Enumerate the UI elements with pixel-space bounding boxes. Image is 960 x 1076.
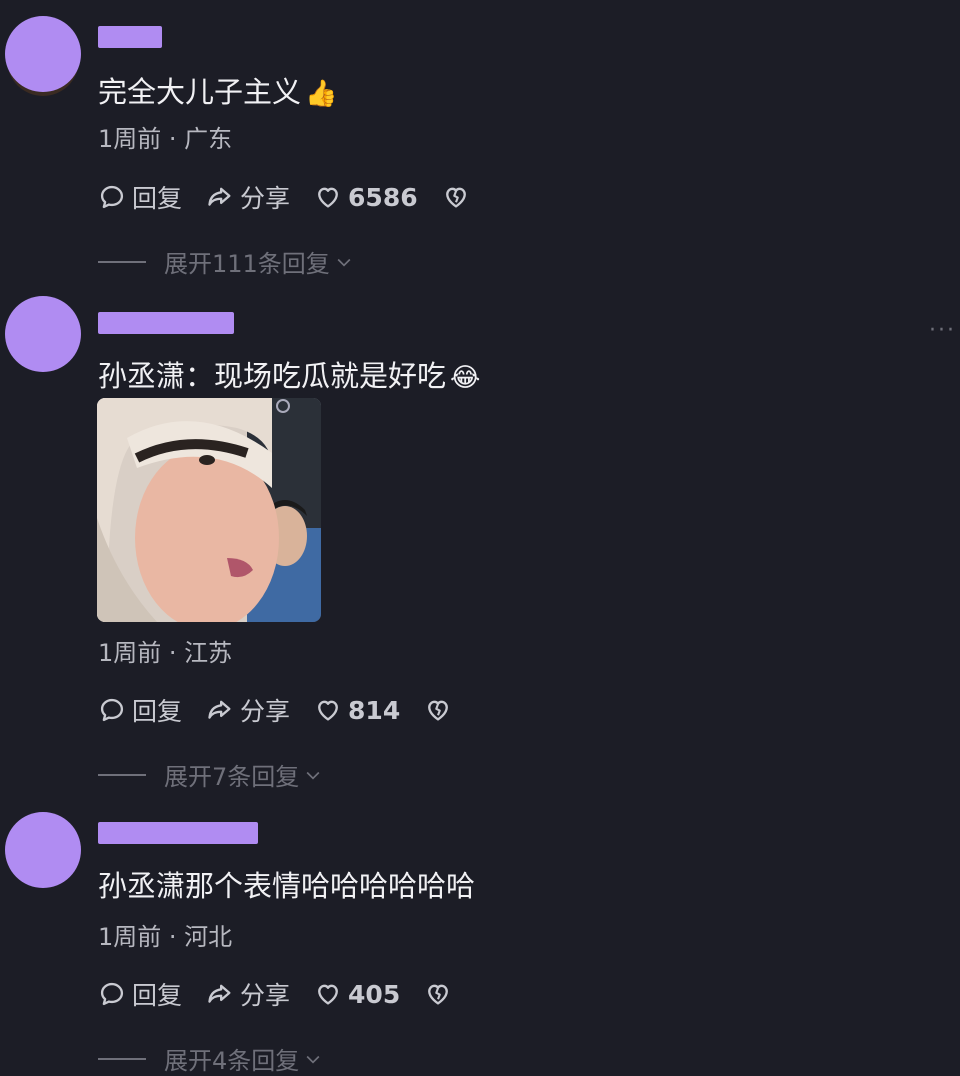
broken-heart-icon: [428, 700, 449, 721]
username-mask[interactable]: [98, 26, 162, 48]
comment-bubble-icon: [100, 698, 124, 722]
dislike-button[interactable]: [424, 980, 452, 1008]
avatar[interactable]: [5, 296, 81, 372]
share-arrow-icon: [208, 984, 231, 1003]
expand-label: 展开111条回复: [164, 250, 330, 278]
username-mask[interactable]: [98, 312, 234, 334]
share-arrow-icon: [208, 187, 231, 206]
comment-bubble-icon: [100, 185, 124, 209]
laughing-emoji: 😂: [450, 363, 481, 393]
like-count: 6586: [348, 182, 418, 212]
like-button[interactable]: 405: [314, 980, 400, 1009]
username-mask[interactable]: [98, 822, 258, 844]
broken-heart-icon: [445, 187, 466, 208]
comment-actions: 回复 分享 405: [98, 977, 452, 1011]
expand-replies-button[interactable]: 展开7条回复: [98, 757, 323, 792]
comment-content: 完全大儿子主义 👍: [98, 75, 338, 109]
reply-label: 回复: [132, 697, 183, 726]
comment-meta: 1周前 · 河北: [98, 923, 233, 951]
divider-line: [98, 773, 146, 776]
heart-icon: [318, 187, 338, 208]
chevron-down-icon: [306, 771, 320, 780]
like-count: 814: [348, 695, 401, 725]
comment-actions: 回复 分享 6586: [98, 180, 470, 214]
photo-illustration: [97, 398, 321, 622]
like-button[interactable]: 814: [314, 696, 400, 725]
expand-label: 展开7条回复: [164, 763, 300, 791]
share-button[interactable]: 分享: [206, 179, 290, 215]
reply-button[interactable]: 回复: [98, 179, 182, 215]
avatar[interactable]: [5, 16, 81, 92]
chevron-down-icon: [337, 258, 351, 267]
heart-icon: [318, 700, 338, 721]
comment-meta: 1周前 · 江苏: [98, 639, 233, 667]
divider-line: [98, 260, 146, 263]
more-dots-icon[interactable]: ···: [929, 318, 956, 343]
like-button[interactable]: 6586: [314, 183, 418, 212]
reply-label: 回复: [132, 184, 183, 213]
reply-button[interactable]: 回复: [98, 692, 182, 728]
heart-icon: [318, 984, 338, 1005]
comment-content: 孙丞潇：现场吃瓜就是好吃 😂: [98, 359, 481, 393]
comment-content: 孙丞潇那个表情哈哈哈哈哈哈: [98, 869, 476, 903]
share-arrow-icon: [208, 700, 231, 719]
share-button[interactable]: 分享: [206, 692, 290, 728]
expand-label: 展开4条回复: [164, 1047, 300, 1075]
comment-actions: 回复 分享 814: [98, 693, 452, 727]
dislike-button[interactable]: [424, 696, 452, 724]
share-button[interactable]: 分享: [206, 976, 290, 1012]
reply-button[interactable]: 回复: [98, 976, 182, 1012]
like-count: 405: [348, 979, 401, 1009]
dislike-button[interactable]: [442, 183, 470, 211]
comment-meta: 1周前 · 广东: [98, 125, 233, 153]
share-label: 分享: [240, 184, 291, 213]
comment-bubble-icon: [100, 982, 124, 1006]
expand-replies-button[interactable]: 展开4条回复: [98, 1041, 323, 1076]
avatar[interactable]: [5, 812, 81, 888]
reply-label: 回复: [132, 981, 183, 1010]
divider-line: [98, 1057, 146, 1060]
expand-replies-button[interactable]: 展开111条回复: [98, 244, 354, 279]
share-label: 分享: [240, 981, 291, 1010]
comment-image[interactable]: [97, 398, 321, 622]
chevron-down-icon: [306, 1055, 320, 1064]
thumbs-up-emoji: 👍: [305, 79, 338, 109]
broken-heart-icon: [428, 984, 449, 1005]
share-label: 分享: [240, 697, 291, 726]
